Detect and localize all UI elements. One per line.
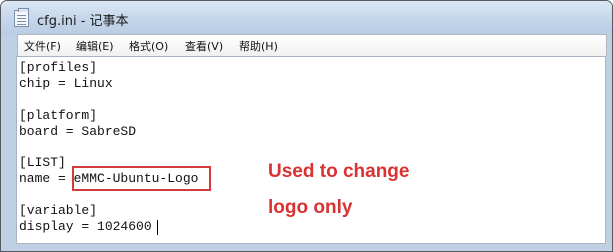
editor-line-4: [platform] [19, 108, 98, 123]
editor-line-1: [profiles] [19, 60, 98, 75]
editor-line-5: board = SabreSD [19, 124, 137, 139]
editor-line-11: display = 1024600 [19, 219, 152, 234]
menu-file[interactable]: 文件(F) [24, 38, 61, 54]
menu-help[interactable]: 帮助(H) [239, 38, 278, 54]
notepad-icon [14, 8, 29, 27]
editor-line-10: [variable] [19, 203, 98, 218]
editor-line-2: chip = Linux [19, 76, 113, 91]
text-caret [157, 220, 158, 235]
annotation-line-2: logo only [268, 197, 353, 218]
window-title: cfg.ini - 记事本 [37, 14, 129, 29]
menu-view[interactable]: 查看(V) [185, 38, 223, 54]
highlight-box [72, 166, 211, 191]
menu-bar: 文件(F) 编辑(E) 格式(O) 查看(V) 帮助(H) [17, 34, 607, 57]
menu-edit[interactable]: 编辑(E) [76, 38, 114, 54]
editor-line-7: [LIST] [19, 155, 66, 170]
annotation-line-1: Used to change [268, 161, 410, 182]
menu-format[interactable]: 格式(O) [129, 38, 168, 54]
title-bar[interactable]: cfg.ini - 记事本 [1, 1, 612, 34]
